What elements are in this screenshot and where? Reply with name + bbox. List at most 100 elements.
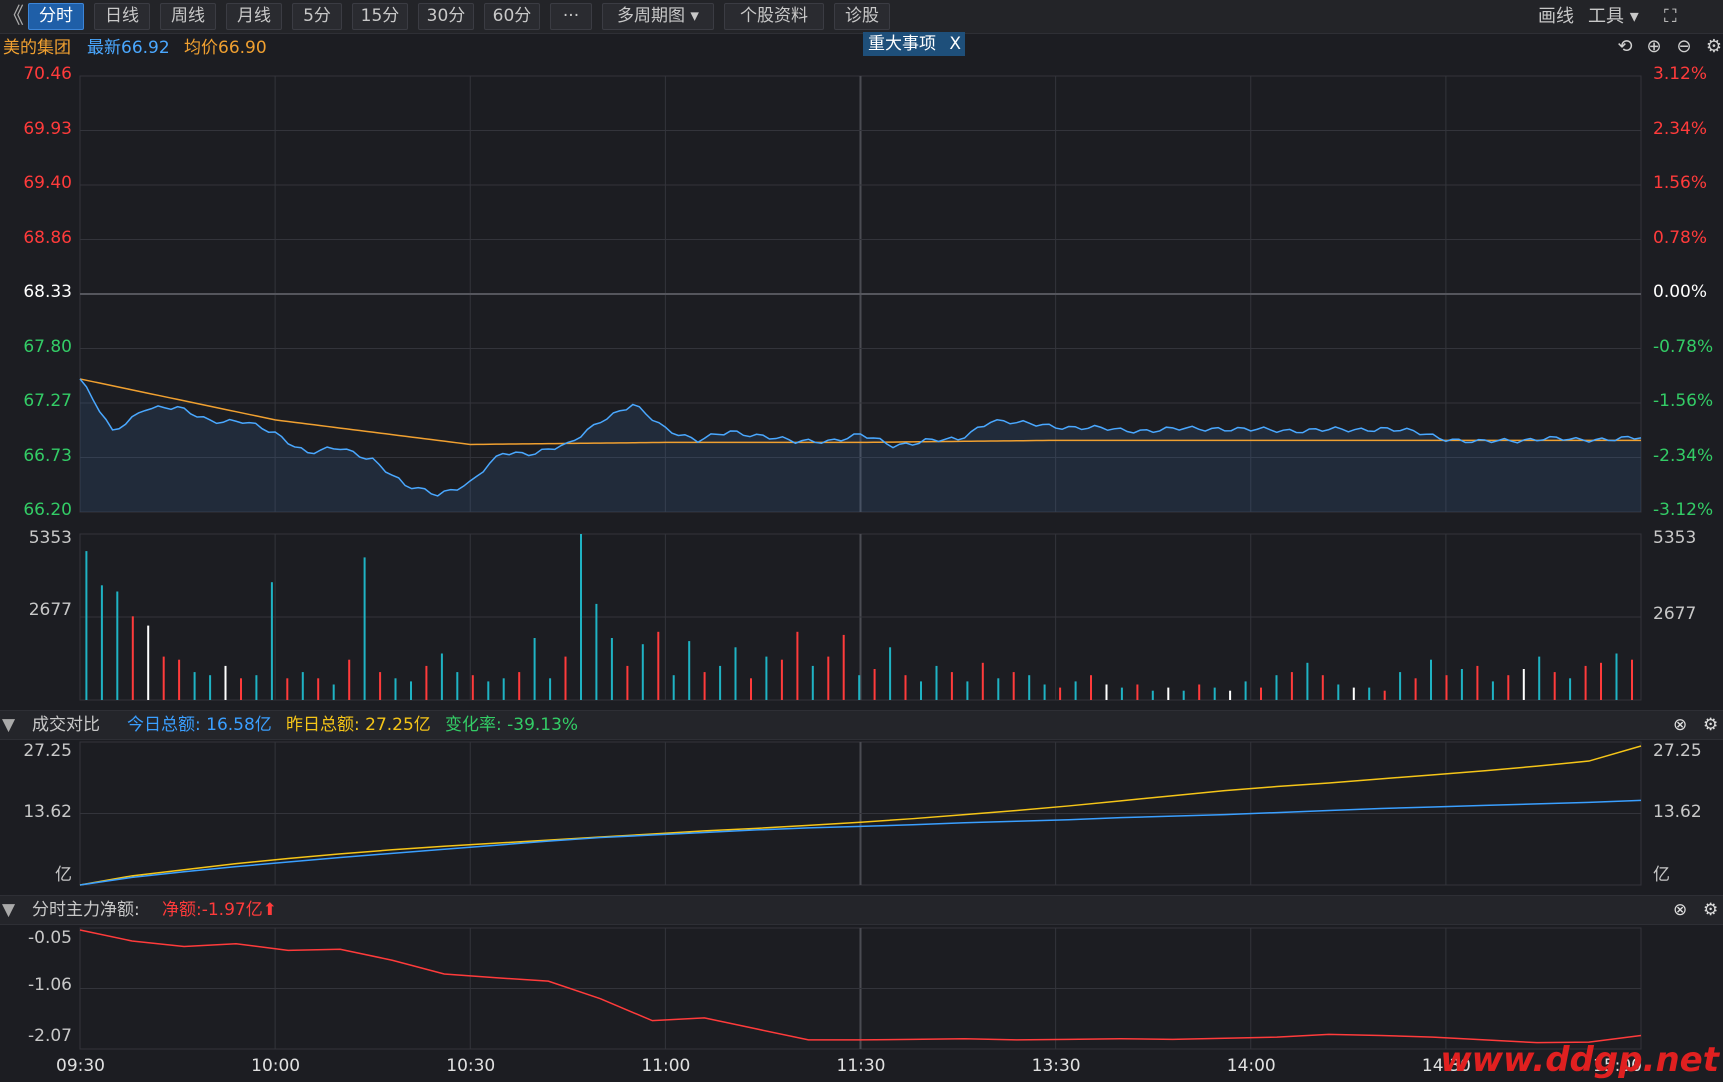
volume-bar bbox=[858, 675, 861, 700]
panel-settings-icon[interactable]: ⚙ bbox=[1703, 711, 1718, 739]
turnover-tick-label: 13.62 bbox=[1653, 802, 1702, 822]
turnover-title: 成交对比 bbox=[32, 715, 100, 735]
major-events-tab[interactable]: 重大事项 X bbox=[863, 32, 965, 56]
average-price-line bbox=[79, 378, 1641, 446]
volume-bar bbox=[935, 665, 938, 700]
zoom-in-icon[interactable]: ⊕ bbox=[1643, 36, 1665, 58]
volume-bar bbox=[1260, 687, 1262, 700]
volume-bar bbox=[162, 656, 165, 700]
volume-bar bbox=[1213, 687, 1216, 700]
volume-bar bbox=[997, 678, 1000, 700]
panel-settings-icon[interactable]: ⚙ bbox=[1703, 896, 1718, 924]
volume-bar bbox=[549, 678, 552, 700]
netflow-tick-label: -0.05 bbox=[28, 928, 72, 948]
turnover-compare-bar: ▼ 成交对比 今日总额: 16.58亿 昨日总额: 27.25亿 变化率: -3… bbox=[0, 710, 1723, 740]
volume-bar bbox=[363, 557, 366, 700]
period-tab-9[interactable]: 多周期图 ▾ bbox=[602, 3, 714, 30]
volume-bar bbox=[1430, 659, 1432, 700]
volume-bar bbox=[147, 625, 150, 700]
collapse-chevron-icon[interactable]: ▼ bbox=[2, 711, 15, 739]
period-tab-7[interactable]: 60分 bbox=[484, 3, 540, 30]
period-tab-11[interactable]: 诊股 bbox=[834, 3, 890, 30]
volume-tick-label: 2677 bbox=[28, 600, 72, 620]
zoom-out-icon[interactable]: ⊖ bbox=[1673, 36, 1695, 58]
yesterday-amount: 昨日总额: 27.25亿 bbox=[286, 715, 431, 735]
volume-bar bbox=[1306, 662, 1309, 700]
volume-bar bbox=[270, 582, 273, 700]
volume-bar bbox=[626, 665, 629, 700]
period-tab-6[interactable]: 30分 bbox=[418, 3, 474, 30]
period-toolbar: 《 分时 日线 周线 月线 5分 15分 30分 60分 ··· 多周期图 ▾ 个股资料 诊股 画线 … bbox=[0, 0, 1723, 34]
netflow-tick-label: -1.06 bbox=[28, 975, 72, 995]
volume-bar bbox=[1059, 687, 1062, 700]
volume-bar bbox=[193, 672, 196, 700]
volume-bar bbox=[85, 551, 88, 700]
volume-bar bbox=[641, 644, 644, 700]
net-amount-text: 净额:-1.97亿 bbox=[162, 900, 263, 920]
price-tick-label: 66.73 bbox=[23, 445, 72, 466]
period-tab-4[interactable]: 5分 bbox=[292, 3, 342, 30]
volume-bar bbox=[1414, 678, 1417, 700]
volume-bar bbox=[224, 665, 227, 700]
price-tick-label: 66.20 bbox=[23, 500, 72, 520]
volume-bar bbox=[1136, 684, 1139, 700]
volume-bar bbox=[518, 672, 521, 700]
quote-info-row: 美的集团 最新66.92 均价66.90 bbox=[0, 34, 1723, 62]
events-close-button[interactable]: X bbox=[949, 34, 961, 54]
period-tab-0[interactable]: 分时 bbox=[28, 3, 84, 30]
volume-bar bbox=[1290, 672, 1293, 700]
volume-bar bbox=[100, 585, 103, 700]
volume-tick-label: 5353 bbox=[1653, 528, 1697, 548]
volume-bar bbox=[1043, 684, 1046, 700]
volume-bar bbox=[688, 641, 691, 700]
close-panel-icon[interactable]: ⊗ bbox=[1673, 896, 1687, 924]
period-tab-8[interactable]: ··· bbox=[550, 3, 592, 30]
tools-dropdown[interactable]: 工具 ▾ bbox=[1588, 3, 1639, 30]
volume-bar bbox=[1229, 690, 1232, 700]
volume-bar bbox=[1507, 675, 1510, 700]
volume-bar bbox=[1569, 678, 1572, 700]
volume-bar bbox=[580, 534, 582, 700]
watermark: www.ddgp.net bbox=[1440, 1040, 1719, 1080]
period-tab-3[interactable]: 月线 bbox=[226, 3, 282, 30]
volume-bar bbox=[317, 678, 320, 700]
volume-bar bbox=[780, 659, 783, 700]
period-tab-5[interactable]: 15分 bbox=[352, 3, 408, 30]
draw-line-button[interactable]: 画线 bbox=[1538, 3, 1574, 30]
volume-bar bbox=[1445, 675, 1448, 700]
volume-bar bbox=[1491, 681, 1494, 700]
volume-bar bbox=[348, 659, 351, 700]
volume-bar bbox=[734, 647, 737, 700]
expand-icon[interactable]: ⛶ bbox=[1664, 3, 1677, 30]
volume-bar bbox=[286, 678, 289, 700]
volume-bar bbox=[471, 675, 474, 700]
volume-bar bbox=[1368, 687, 1371, 700]
time-tick-label: 13:30 bbox=[1031, 1056, 1081, 1076]
volume-bar bbox=[255, 675, 258, 700]
netflow-tick-label: -2.07 bbox=[28, 1026, 72, 1046]
period-tab-2[interactable]: 周线 bbox=[160, 3, 216, 30]
turnover-tick-label: 13.62 bbox=[23, 802, 72, 822]
undo-icon[interactable]: ⟲ bbox=[1614, 36, 1636, 58]
period-tab-1[interactable]: 日线 bbox=[94, 3, 150, 30]
price-tick-label: 69.40 bbox=[23, 173, 72, 193]
percent-tick-label: -3.12% bbox=[1653, 500, 1714, 520]
volume-bar bbox=[1012, 672, 1015, 700]
price-area-fill bbox=[80, 378, 1641, 512]
time-tick-label: 10:00 bbox=[251, 1056, 301, 1076]
volume-bar bbox=[332, 684, 335, 700]
price-tick-label: 67.80 bbox=[23, 336, 72, 357]
percent-tick-label: 0.78% bbox=[1653, 227, 1708, 248]
turnover-tick-label: 亿 bbox=[55, 865, 72, 885]
volume-bar bbox=[425, 665, 428, 700]
period-tab-10[interactable]: 个股资料 bbox=[724, 3, 824, 30]
collapse-chevron-icon[interactable]: ▼ bbox=[2, 896, 15, 924]
settings-gear-icon[interactable]: ⚙ bbox=[1703, 36, 1723, 58]
time-tick-label: 14:00 bbox=[1226, 1056, 1276, 1076]
volume-bar bbox=[1120, 687, 1123, 700]
percent-tick-label: 0.00% bbox=[1653, 282, 1708, 302]
close-panel-icon[interactable]: ⊗ bbox=[1673, 711, 1687, 739]
volume-bar bbox=[1244, 681, 1247, 700]
collapse-arrow-icon[interactable]: 《 bbox=[2, 3, 24, 30]
net-amount: 净额:-1.97亿⬆ bbox=[162, 896, 277, 924]
